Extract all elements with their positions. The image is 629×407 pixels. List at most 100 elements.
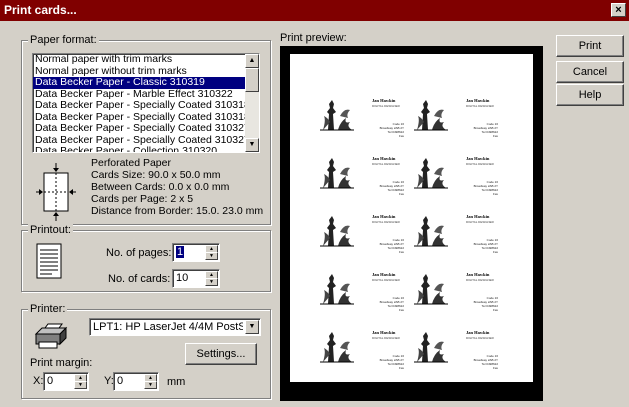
- paper-info-line: Perforated Paper: [91, 157, 171, 169]
- margin-y-down-icon[interactable]: ▼: [144, 381, 157, 389]
- print-button[interactable]: Print: [556, 35, 624, 57]
- settings-button[interactable]: Settings...: [185, 343, 257, 365]
- card-name: Jan Hawkin: [372, 330, 396, 335]
- preview-card: Jan Hawkin DIGITAL DESIGNER Code 16 Broadwa…: [414, 268, 502, 326]
- perforated-paper-icon: [36, 163, 76, 221]
- close-button[interactable]: ×: [611, 3, 626, 17]
- card-subtitle: DIGITAL DESIGNER: [466, 220, 494, 224]
- margin-x-stepper[interactable]: 0 ▲ ▼: [43, 372, 89, 391]
- paper-list-scrollbar[interactable]: ▲ ▼: [245, 54, 259, 152]
- paper-info-line: Cards per Page: 2 x 5: [91, 193, 194, 205]
- card-address: Code 16 Broadway 2AB 2Y Tel 0498622 Fax: [474, 180, 498, 196]
- cards-down-icon[interactable]: ▼: [205, 278, 218, 286]
- title-bar: Print cards... ×: [0, 0, 629, 21]
- print-margin-label: Print margin:: [30, 357, 93, 369]
- card-subtitle: DIGITAL DESIGNER: [372, 336, 400, 340]
- card-address: Code 16 Broadway 2AB 2Y Tel 0498622 Fax: [474, 354, 498, 370]
- paper-format-item[interactable]: Data Becker Paper - Specially Coated 310…: [33, 99, 259, 112]
- margin-y-value: 0: [117, 375, 124, 387]
- card-illustration: [320, 270, 354, 306]
- card-address: Code 16 Broadway 2AB 2Y Tel 0498622 Fax: [474, 122, 498, 138]
- card-address: Code 16 Broadway 2AB 2Y Tel 0498622 Fax: [474, 296, 498, 312]
- scroll-up-icon[interactable]: ▲: [245, 54, 259, 68]
- chevron-down-icon[interactable]: ▼: [245, 320, 259, 334]
- card-address-line: Fax: [398, 192, 404, 196]
- document-icon: [36, 243, 62, 279]
- card-name: Jan Hawkin: [466, 98, 490, 103]
- preview-card: Jan Hawkin DIGITAL DESIGNER Code 16 Broadwa…: [414, 94, 502, 152]
- paper-info-line: Between Cards: 0.0 x 0.0 mm: [91, 181, 230, 193]
- cards-label: No. of cards:: [108, 273, 171, 285]
- card-subtitle: DIGITAL DESIGNER: [466, 162, 494, 166]
- card-illustration: [414, 154, 448, 190]
- margin-unit: mm: [167, 376, 186, 388]
- card-address-line: Fax: [398, 250, 404, 254]
- paper-info: Perforated Paper Cards Size: 90.0 x 50.0…: [91, 157, 263, 217]
- card-name: Jan Hawkin: [466, 272, 490, 277]
- printout-group: Printout: No. of pages: 1 ▲ ▼ No. of car…: [21, 224, 271, 292]
- card-illustration: [320, 154, 354, 190]
- cancel-button[interactable]: Cancel: [556, 61, 624, 83]
- cards-stepper[interactable]: 10 ▲ ▼: [172, 269, 220, 288]
- card-subtitle: DIGITAL DESIGNER: [466, 336, 494, 340]
- preview-card: Jan Hawkin DIGITAL DESIGNER Code 16 Broadwa…: [414, 326, 502, 384]
- card-address: Code 16 Broadway 2AB 2Y Tel 0498622 Fax: [380, 180, 404, 196]
- preview-page: Jan Hawkin DIGITAL DESIGNER Code 16 Broadwa…: [290, 54, 533, 382]
- card-subtitle: DIGITAL DESIGNER: [372, 104, 400, 108]
- close-icon: ×: [615, 4, 622, 16]
- card-illustration: [320, 328, 354, 364]
- paper-format-item[interactable]: Data Becker Paper - Classic 310319: [33, 76, 259, 89]
- card-illustration: [320, 96, 354, 132]
- margin-x-value: 0: [47, 375, 54, 387]
- printer-label: Printer:: [28, 303, 68, 315]
- card-illustration: [414, 212, 448, 248]
- pages-label: No. of pages:: [106, 247, 172, 259]
- card-name: Jan Hawkin: [372, 98, 396, 103]
- preview-card: Jan Hawkin DIGITAL DESIGNER Code 16 Broadwa…: [320, 326, 408, 384]
- card-illustration: [414, 96, 448, 132]
- card-name: Jan Hawkin: [372, 214, 396, 219]
- preview-card: Jan Hawkin DIGITAL DESIGNER Code 16 Broadwa…: [414, 210, 502, 268]
- card-illustration: [414, 328, 448, 364]
- pages-value: 1: [176, 246, 185, 258]
- preview-card: Jan Hawkin DIGITAL DESIGNER Code 16 Broadwa…: [414, 152, 502, 210]
- preview-card: Jan Hawkin DIGITAL DESIGNER Code 16 Broadwa…: [320, 210, 408, 268]
- preview-card: Jan Hawkin DIGITAL DESIGNER Code 16 Broadwa…: [320, 94, 408, 152]
- help-button[interactable]: Help: [556, 84, 624, 106]
- card-address-line: Fax: [492, 366, 498, 370]
- pages-stepper[interactable]: 1 ▲ ▼: [172, 243, 220, 262]
- margin-y-stepper[interactable]: 0 ▲ ▼: [113, 372, 159, 391]
- card-subtitle: DIGITAL DESIGNER: [372, 278, 400, 282]
- scroll-thumb[interactable]: [245, 68, 259, 92]
- paper-format-list[interactable]: Normal paper with trim marks Normal paper…: [32, 53, 260, 153]
- card-illustration: [414, 270, 448, 306]
- paper-format-item[interactable]: Data Becker Paper - Specially Coated 310…: [33, 122, 259, 135]
- print-preview: Jan Hawkin DIGITAL DESIGNER Code 16 Broadwa…: [280, 46, 543, 401]
- window-title: Print cards...: [4, 3, 77, 17]
- printer-select[interactable]: LPT1: HP LaserJet 4/4M PostScript ▼: [89, 318, 261, 336]
- paper-format-group: Paper format: Normal paper with trim mar…: [21, 34, 271, 225]
- paper-info-line: Cards Size: 90.0 x 50.0 mm: [91, 169, 221, 181]
- cards-value: 10: [176, 272, 189, 284]
- card-address: Code 16 Broadway 2AB 2Y Tel 0498622 Fax: [380, 122, 404, 138]
- paper-format-label: Paper format:: [28, 34, 99, 46]
- card-address-line: Fax: [398, 308, 404, 312]
- card-subtitle: DIGITAL DESIGNER: [466, 278, 494, 282]
- card-address-line: Fax: [398, 134, 404, 138]
- preview-label: Print preview:: [280, 32, 347, 44]
- paper-info-line: Distance from Border: 15.0. 23.0 mm: [91, 205, 264, 217]
- card-address: Code 16 Broadway 2AB 2Y Tel 0498622 Fax: [380, 296, 404, 312]
- printer-select-value: LPT1: HP LaserJet 4/4M PostScript: [93, 321, 243, 333]
- card-name: Jan Hawkin: [466, 156, 490, 161]
- pages-down-icon[interactable]: ▼: [205, 252, 218, 260]
- card-name: Jan Hawkin: [372, 156, 396, 161]
- paper-format-item[interactable]: Normal paper with trim marks: [33, 54, 259, 66]
- paper-format-item[interactable]: Data Becker Paper - Collection 310320: [33, 145, 259, 152]
- card-subtitle: DIGITAL DESIGNER: [372, 220, 400, 224]
- margin-x-label: X:: [33, 375, 44, 387]
- scroll-down-icon[interactable]: ▼: [245, 138, 259, 152]
- printout-label: Printout:: [28, 224, 73, 236]
- margin-x-down-icon[interactable]: ▼: [74, 381, 87, 389]
- card-address-line: Fax: [398, 366, 404, 370]
- card-name: Jan Hawkin: [372, 272, 396, 277]
